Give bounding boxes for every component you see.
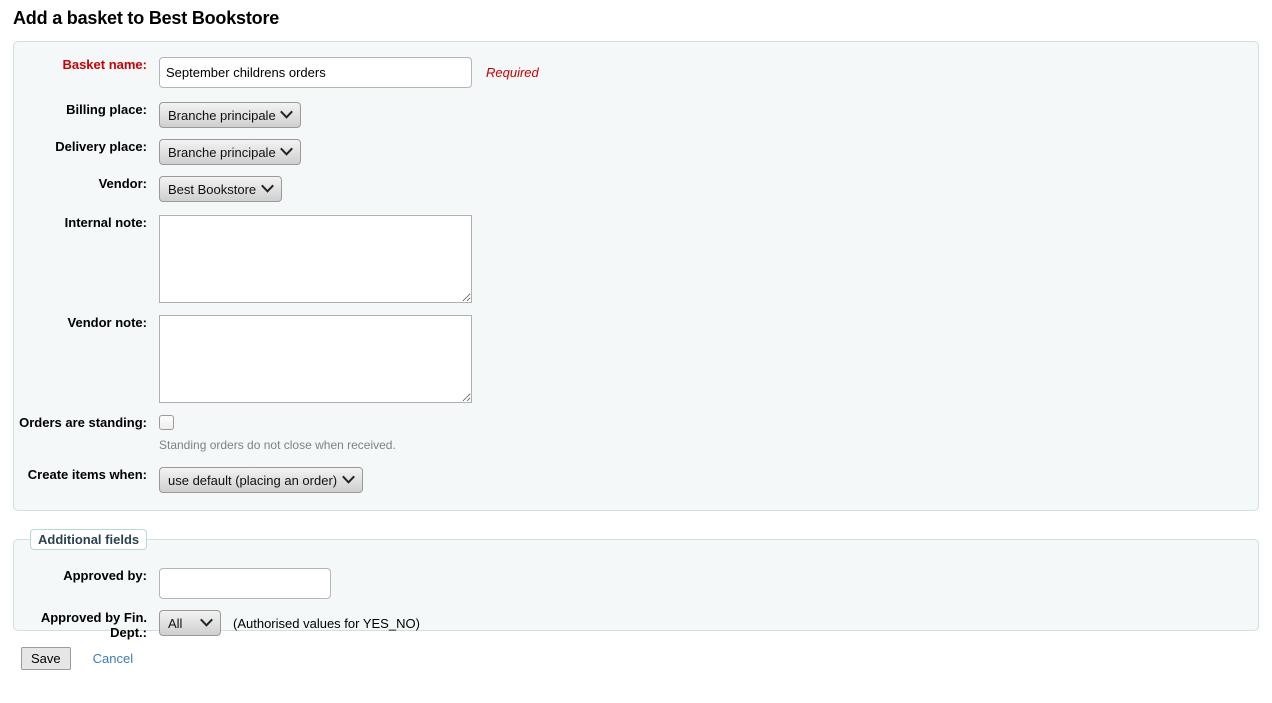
billing-place-select[interactable]: Branche principale — [159, 102, 301, 128]
form-row-basket-name: Basket name: Required — [14, 57, 1258, 88]
approved-by-fin-dept-label: Approved by Fin. Dept.: — [14, 610, 147, 640]
orders-standing-hint: Standing orders do not close when receiv… — [159, 438, 396, 452]
billing-place-label: Billing place: — [14, 102, 147, 117]
delivery-place-label: Delivery place: — [14, 139, 147, 154]
form-row-delivery-place: Delivery place: Branche principale — [14, 139, 1258, 165]
billing-place-select-wrap: Branche principale — [159, 102, 301, 128]
form-row-billing-place: Billing place: Branche principale — [14, 102, 1258, 128]
create-items-when-select[interactable]: use default (placing an order) — [159, 467, 363, 493]
billing-place-field-wrap: Branche principale — [147, 102, 301, 128]
vendor-field-wrap: Best Bookstore — [147, 176, 282, 202]
internal-note-label: Internal note: — [14, 215, 147, 230]
basket-name-label: Basket name: — [14, 57, 147, 72]
orders-standing-checkbox[interactable] — [159, 415, 174, 430]
approved-by-field-wrap — [147, 568, 331, 599]
approved-by-fin-dept-field-wrap: All (Authorised values for YES_NO) — [147, 610, 420, 636]
create-items-when-label: Create items when: — [14, 467, 147, 482]
save-button[interactable]: Save — [21, 647, 71, 670]
orders-standing-label: Orders are standing: — [14, 415, 147, 430]
internal-note-field-wrap — [147, 215, 472, 303]
additional-fields-legend: Additional fields — [30, 529, 147, 550]
form-row-vendor: Vendor: Best Bookstore — [14, 176, 1258, 202]
basket-name-field-wrap: Required — [147, 57, 539, 88]
delivery-place-select[interactable]: Branche principale — [159, 139, 301, 165]
approved-by-fin-dept-select-wrap: All — [159, 610, 221, 636]
vendor-note-field-wrap — [147, 315, 472, 403]
delivery-place-field-wrap: Branche principale — [147, 139, 301, 165]
approved-by-input[interactable] — [159, 568, 331, 599]
basket-details-fieldset: Basket name: Required Billing place: Bra… — [13, 41, 1259, 511]
delivery-place-select-wrap: Branche principale — [159, 139, 301, 165]
vendor-label: Vendor: — [14, 176, 147, 191]
form-row-internal-note: Internal note: — [14, 215, 1258, 303]
additional-fields-fieldset: Additional fields Approved by: Approved … — [13, 529, 1259, 631]
form-row-approved-by: Approved by: — [14, 568, 1258, 599]
vendor-note-label: Vendor note: — [14, 315, 147, 330]
create-items-when-field-wrap: use default (placing an order) — [147, 467, 363, 493]
orders-standing-field-wrap: Standing orders do not close when receiv… — [147, 415, 396, 452]
form-row-approved-by-fin-dept: Approved by Fin. Dept.: All (Authorised … — [14, 610, 1258, 640]
basket-name-required-note: Required — [486, 65, 539, 80]
form-action-bar: Save Cancel — [21, 647, 1272, 670]
approved-by-label: Approved by: — [14, 568, 147, 583]
form-row-create-items-when: Create items when: use default (placing … — [14, 467, 1258, 493]
vendor-select[interactable]: Best Bookstore — [159, 176, 282, 202]
internal-note-textarea[interactable] — [159, 215, 472, 303]
create-items-when-select-wrap: use default (placing an order) — [159, 467, 363, 493]
form-row-orders-standing: Orders are standing: Standing orders do … — [14, 415, 1258, 452]
approved-by-fin-dept-note: (Authorised values for YES_NO) — [233, 616, 420, 631]
vendor-select-wrap: Best Bookstore — [159, 176, 282, 202]
page-title: Add a basket to Best Bookstore — [13, 8, 1272, 29]
vendor-note-textarea[interactable] — [159, 315, 472, 403]
basket-name-input[interactable] — [159, 57, 472, 88]
form-row-vendor-note: Vendor note: — [14, 315, 1258, 403]
approved-by-fin-dept-select[interactable]: All — [159, 610, 221, 636]
cancel-link[interactable]: Cancel — [93, 651, 133, 666]
